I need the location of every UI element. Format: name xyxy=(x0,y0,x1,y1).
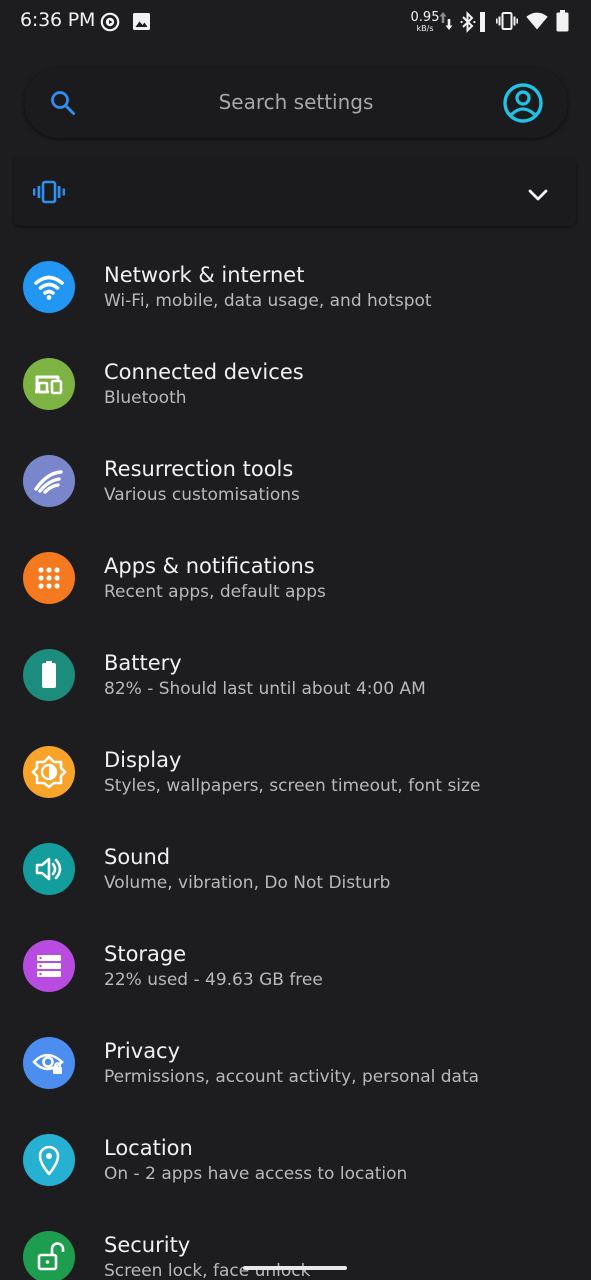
settings-item-network[interactable]: Network & internet Wi-Fi, mobile, data u… xyxy=(0,240,591,337)
status-bar: 6:36 PM 0.95 kB/s xyxy=(0,0,591,44)
settings-item-battery[interactable]: Battery 82% - Should last until about 4:… xyxy=(0,628,591,725)
settings-list: Network & internet Wi-Fi, mobile, data u… xyxy=(0,240,591,1280)
settings-item-privacy[interactable]: Privacy Permissions, account activity, p… xyxy=(0,1016,591,1113)
item-title: Apps & notifications xyxy=(104,554,315,578)
wifi-icon xyxy=(526,12,548,30)
item-summary: Recent apps, default apps xyxy=(104,582,326,602)
settings-item-apps-notifications[interactable]: Apps & notifications Recent apps, defaul… xyxy=(0,531,591,628)
item-summary: Bluetooth xyxy=(104,388,187,408)
volume-icon xyxy=(23,843,75,895)
bluetooth-icon xyxy=(460,11,476,33)
media-playing-icon xyxy=(100,12,120,32)
item-summary: Various customisations xyxy=(104,485,300,505)
gesture-navigation-bar[interactable] xyxy=(243,1266,347,1270)
search-bar[interactable]: Search settings xyxy=(24,68,568,138)
wifi-icon xyxy=(23,261,75,313)
item-summary: Wi-Fi, mobile, data usage, and hotspot xyxy=(104,291,432,311)
brightness-icon xyxy=(23,746,75,798)
item-title: Storage xyxy=(104,942,187,966)
conditions-card[interactable] xyxy=(14,158,576,226)
network-speed: 0.95 kB/s xyxy=(410,11,440,33)
vibrate-icon xyxy=(496,12,518,30)
devices-icon xyxy=(23,358,75,410)
item-title: Resurrection tools xyxy=(104,457,294,481)
vibrate-icon xyxy=(33,180,65,204)
item-summary: Permissions, account activity, personal … xyxy=(104,1067,480,1087)
item-title: Connected devices xyxy=(104,360,304,384)
item-summary: 82% - Should last until about 4:00 AM xyxy=(104,679,426,699)
image-icon xyxy=(133,13,150,30)
resurrection-icon xyxy=(23,455,75,507)
settings-item-storage[interactable]: Storage 22% used - 49.63 GB free xyxy=(0,919,591,1016)
settings-item-sound[interactable]: Sound Volume, vibration, Do Not Disturb xyxy=(0,822,591,919)
item-summary: Styles, wallpapers, screen timeout, font… xyxy=(104,776,481,796)
item-title: Network & internet xyxy=(104,263,305,287)
chevron-down-icon[interactable] xyxy=(527,188,549,202)
settings-item-location[interactable]: Location On - 2 apps have access to loca… xyxy=(0,1113,591,1210)
settings-item-display[interactable]: Display Styles, wallpapers, screen timeo… xyxy=(0,725,591,822)
storage-icon xyxy=(23,940,75,992)
item-title: Battery xyxy=(104,651,182,675)
item-title: Privacy xyxy=(104,1039,181,1063)
net-speed-value: 0.95 xyxy=(410,10,440,25)
item-title: Sound xyxy=(104,845,171,869)
data-arrows-icon xyxy=(439,12,453,30)
item-title: Display xyxy=(104,748,182,772)
privacy-eye-icon xyxy=(23,1037,75,1089)
item-summary: Volume, vibration, Do Not Disturb xyxy=(104,873,391,893)
item-summary: On - 2 apps have access to location xyxy=(104,1164,408,1184)
item-summary: Screen lock, face unlock xyxy=(104,1261,311,1280)
search-placeholder[interactable]: Search settings xyxy=(24,90,568,114)
lock-open-icon xyxy=(23,1231,75,1280)
item-title: Location xyxy=(104,1136,193,1160)
item-summary: 22% used - 49.63 GB free xyxy=(104,970,323,990)
signal-bar-icon xyxy=(480,12,485,32)
item-title: Security xyxy=(104,1233,191,1257)
battery-icon xyxy=(23,649,75,701)
settings-item-resurrection-tools[interactable]: Resurrection tools Various customisation… xyxy=(0,434,591,531)
settings-item-connected-devices[interactable]: Connected devices Bluetooth xyxy=(0,337,591,434)
battery-icon xyxy=(556,10,569,32)
settings-screen: 6:36 PM 0.95 kB/s Search settings Networ… xyxy=(0,0,591,1280)
location-pin-icon xyxy=(23,1134,75,1186)
account-circle-icon[interactable] xyxy=(501,81,545,125)
net-speed-unit: kB/s xyxy=(416,24,434,33)
apps-grid-icon xyxy=(23,552,75,604)
status-time: 6:36 PM xyxy=(20,9,96,31)
